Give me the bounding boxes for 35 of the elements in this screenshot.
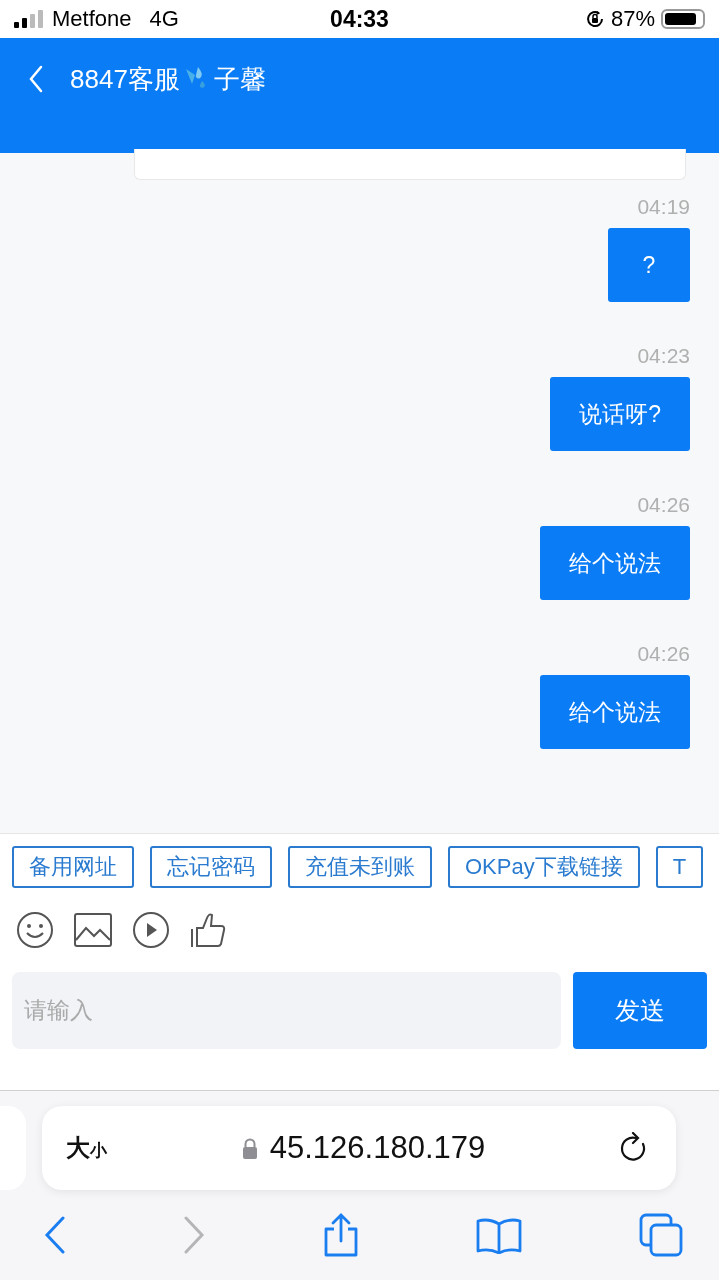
chat-title: 子馨: [213, 63, 266, 95]
message-time: 04:26: [637, 492, 690, 518]
orientation-lock-icon: [584, 9, 605, 29]
send-button[interactable]: 发送: [573, 972, 707, 1049]
tabs-icon[interactable]: [639, 1213, 683, 1257]
message-time: 04:26: [637, 641, 690, 667]
message-bubble: 说话呀?: [550, 377, 690, 451]
play-icon[interactable]: [132, 911, 170, 949]
message-input-field[interactable]: 请输入: [12, 972, 561, 1049]
address-bar[interactable]: 大小 45.126.180.179: [42, 1106, 676, 1190]
signal-icon: [14, 10, 44, 28]
smiley-icon[interactable]: [16, 911, 54, 949]
quick-reply-button[interactable]: 忘记密码: [150, 846, 272, 888]
message-time: 04:19: [637, 194, 690, 220]
battery-percent: 87%: [610, 6, 655, 32]
message-bubble: 给个说法: [540, 675, 690, 749]
quick-reply-button[interactable]: 充值未到账: [288, 846, 432, 888]
message-time: 04:23: [637, 343, 690, 369]
clock-time: 04:33: [330, 5, 389, 33]
thumbs-up-icon[interactable]: [190, 911, 228, 949]
quick-reply-button[interactable]: 备用网址: [12, 846, 134, 888]
battery-icon: [661, 9, 705, 29]
carrier-name: Metfone: [52, 6, 132, 32]
book-icon[interactable]: [476, 1216, 523, 1254]
text-size-button[interactable]: 大小: [66, 1132, 107, 1164]
quick-reply-button[interactable]: T: [655, 846, 704, 888]
chat-title: 8847客服: [70, 63, 180, 95]
image-icon[interactable]: [74, 913, 112, 947]
url-text: 45.126.180.179: [269, 1130, 486, 1166]
back-icon[interactable]: [44, 1216, 66, 1254]
message-bubble: ?: [608, 228, 690, 302]
network-type: 4G: [149, 6, 179, 32]
message-bubble: 给个说法: [540, 526, 690, 600]
lock-icon: [241, 1137, 258, 1159]
quick-reply-button[interactable]: OKPay下载链接: [448, 846, 640, 888]
